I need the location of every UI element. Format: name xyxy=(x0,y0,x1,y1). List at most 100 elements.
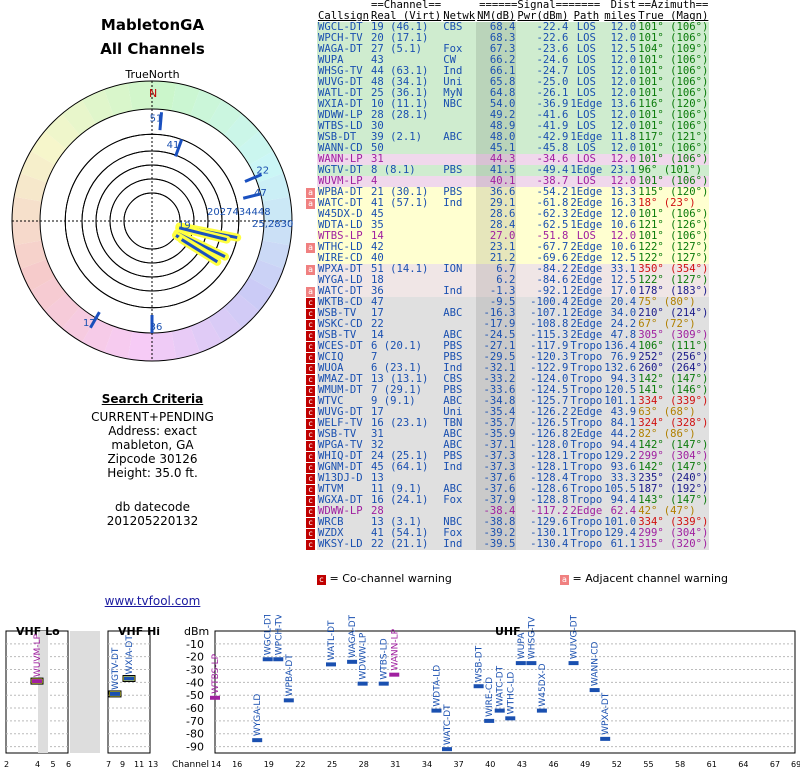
signal-bar-label: WIRE-CD xyxy=(485,677,495,717)
station-channel-label: 22 xyxy=(256,166,269,177)
x-tick-label: 61 xyxy=(707,760,717,768)
signal-bar-label: WTHC-LD xyxy=(506,672,516,715)
signal-bar xyxy=(473,684,484,689)
warning-flag-cell xyxy=(305,220,317,231)
adjacent-warning-icon: a xyxy=(306,287,315,297)
warning-flag-cell: c xyxy=(305,429,317,440)
warning-flag-cell: a xyxy=(305,242,317,253)
station-cs-cell: WKSY-LD xyxy=(317,539,371,550)
station-net-cell: ION xyxy=(442,264,477,275)
warning-flag-cell xyxy=(305,33,317,44)
adjacent-warning-icon: a xyxy=(306,188,315,198)
warning-flag-cell: c xyxy=(305,506,317,517)
x-tick-label: 13 xyxy=(148,760,158,768)
station-net-cell: ABC xyxy=(442,132,477,143)
x-tick-label: 9 xyxy=(120,760,125,768)
x-tick-label: 58 xyxy=(675,760,685,768)
warning-flag-cell xyxy=(305,165,317,176)
dbm-label: dBm xyxy=(184,625,209,638)
warning-flag-cell xyxy=(305,143,317,154)
station-net-cell xyxy=(442,110,477,121)
signal-bar xyxy=(505,716,516,721)
x-tick-label: 25 xyxy=(327,760,337,768)
x-tick-label: 16 xyxy=(232,760,242,768)
station-channel-label: 36 xyxy=(150,322,163,333)
x-tick-label: 11 xyxy=(134,760,144,768)
signal-bar xyxy=(347,659,358,664)
signal-bar-label: WATC-DT xyxy=(443,704,453,745)
cochannel-warning-icon: c xyxy=(306,298,315,308)
x-tick-label: 37 xyxy=(454,760,464,768)
x-tick-label: 40 xyxy=(485,760,495,768)
left-panel: MabletonGA All Channels TrueNorth N 51 41 2… xyxy=(0,0,305,615)
signal-bar xyxy=(252,738,263,743)
station-channel-label: 19 xyxy=(178,220,191,231)
signal-bar xyxy=(32,679,42,684)
cochannel-warning-icon: c xyxy=(306,463,315,473)
y-tick-label: -60 xyxy=(186,702,204,715)
cochannel-warning-icon: c xyxy=(306,408,315,418)
tvfool-link[interactable]: www.tvfool.com xyxy=(105,594,201,608)
adjacent-warning-icon: a xyxy=(306,243,315,253)
gap-band xyxy=(70,631,100,753)
signal-bar xyxy=(389,672,400,677)
warning-flag-cell: c xyxy=(305,528,317,539)
signal-bar xyxy=(484,718,495,723)
x-tick-label: 49 xyxy=(580,760,590,768)
station-ch-cell: 8 (8.1) xyxy=(370,165,443,176)
warning-flag-cell: c xyxy=(305,341,317,352)
station-net-cell: Ind xyxy=(442,462,477,473)
y-tick-label: -50 xyxy=(186,689,204,702)
station-net-cell: NBC xyxy=(442,99,477,110)
y-tick-label: -70 xyxy=(186,715,204,728)
x-tick-label: 67 xyxy=(770,760,780,768)
cochannel-warning-icon: c xyxy=(306,397,315,407)
legend-cochannel-label: = Co-channel warning xyxy=(329,572,452,585)
signal-bar-label: WDWW-LP xyxy=(359,632,369,680)
station-ch-cell: 22 (21.1) xyxy=(370,539,443,550)
station-net-cell xyxy=(442,242,477,253)
signal-bar-label: WATL-DT xyxy=(327,620,337,660)
station-net-cell: Ind xyxy=(442,539,477,550)
signal-bar-label: WGCL-DT xyxy=(264,615,274,655)
x-tick-label: 55 xyxy=(643,760,653,768)
warning-flag-cell: c xyxy=(305,418,317,429)
signal-bar-label: WTBS-LP xyxy=(211,653,221,693)
station-row[interactable]: c WKSY-LD 22 (21.1) Ind -39.5 -130.4 Tropo 61.1… xyxy=(305,538,710,550)
x-tick-label: 34 xyxy=(422,760,432,768)
station-channel-label: 17 xyxy=(83,318,96,329)
adjacent-warning-icon: a xyxy=(560,575,569,585)
warning-flag-cell xyxy=(305,253,317,264)
signal-bar xyxy=(110,691,120,696)
warning-flag-cell: c xyxy=(305,517,317,528)
channel-axis-label: Channel xyxy=(172,760,209,768)
warning-flag-cell: c xyxy=(305,484,317,495)
cochannel-warning-icon: c xyxy=(306,485,315,495)
signal-bar-label: WTBS-LD xyxy=(380,638,390,679)
x-tick-label: 6 xyxy=(66,760,71,768)
signal-bar xyxy=(210,695,220,700)
signal-bar xyxy=(442,747,452,752)
station-channel-label: 47 xyxy=(254,188,267,199)
station-net-cell: PBS xyxy=(442,165,477,176)
signal-bar xyxy=(273,657,284,662)
warning-flag-cell: a xyxy=(305,187,317,198)
cochannel-warning-icon: c xyxy=(306,419,315,429)
criteria-line: 201205220132 xyxy=(106,514,199,528)
signal-bar xyxy=(526,661,537,666)
signal-bar-label: WUVM-LP xyxy=(33,633,43,677)
warning-flag-cell: c xyxy=(305,308,317,319)
warning-flag-cell: c xyxy=(305,363,317,374)
cochannel-warning-icon: c xyxy=(306,342,315,352)
station-net-cell: Fox xyxy=(442,495,477,506)
station-az-cell: 315° (320°) xyxy=(637,538,710,550)
station-channel-label: 25,2830 xyxy=(252,219,293,230)
station-ch-cell: 6 (20.1) xyxy=(370,341,443,352)
signal-bar-label: W45DX-D xyxy=(538,663,548,706)
adjacent-warning-icon: a xyxy=(306,265,315,275)
station-pwr-cell: -130.4 xyxy=(516,539,570,550)
warning-flag-cell: c xyxy=(305,451,317,462)
signal-bar xyxy=(536,708,547,713)
signal-bar xyxy=(262,657,273,662)
signal-bar xyxy=(124,676,134,681)
